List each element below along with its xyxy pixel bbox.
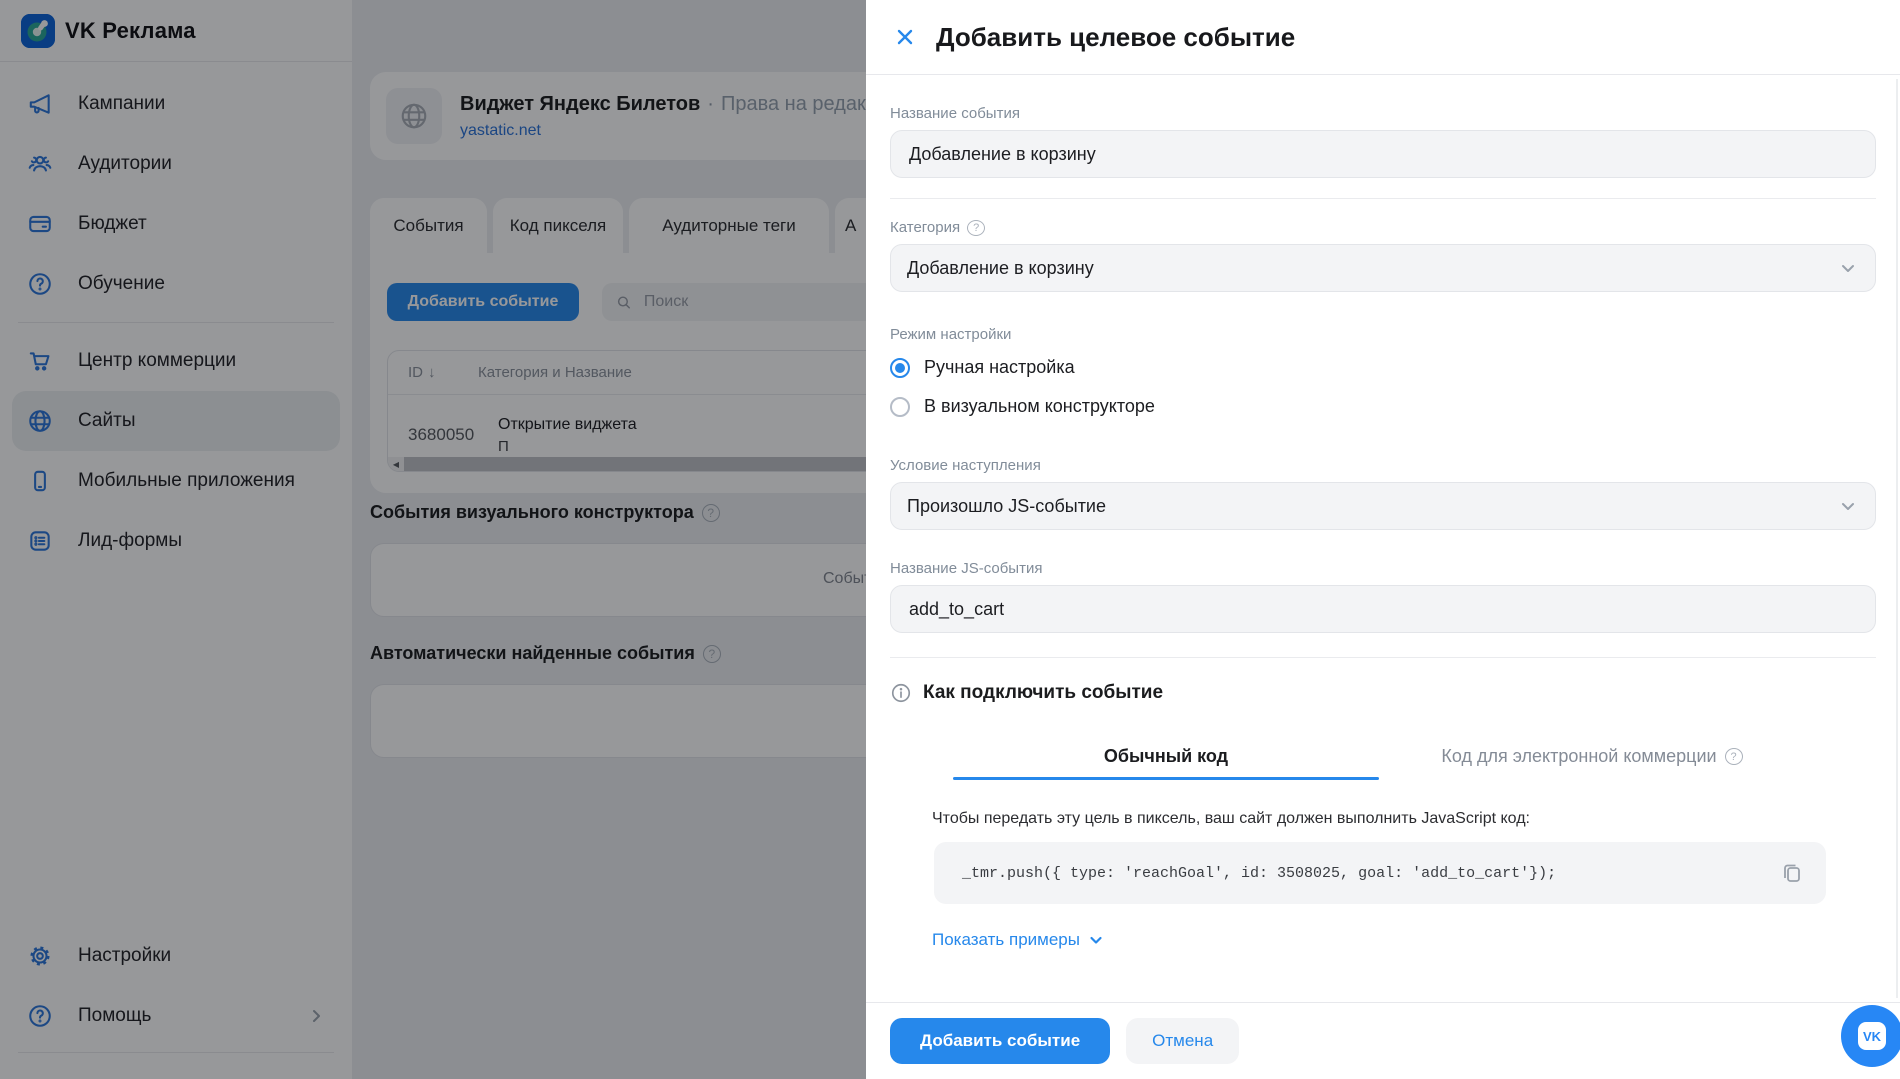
- chevron-down-icon: [1839, 259, 1857, 277]
- modal-body: Название события Категория ? Добавление …: [866, 75, 1900, 1002]
- radio-selected-icon[interactable]: [890, 358, 910, 378]
- vk-support-fab[interactable]: VK: [1841, 1005, 1900, 1067]
- condition-select[interactable]: Произошло JS-событие: [890, 482, 1876, 530]
- app-root: VK Реклама Кампании: [0, 0, 1900, 1079]
- tab-regular-code[interactable]: Обычный код: [953, 746, 1379, 780]
- category-label: Категория ?: [890, 219, 1876, 236]
- copy-icon[interactable]: [1780, 861, 1804, 885]
- chevron-down-icon: [1839, 497, 1857, 515]
- js-event-input[interactable]: [907, 598, 1859, 621]
- event-name-field-wrap: [890, 130, 1876, 178]
- divider: [890, 198, 1876, 199]
- vk-logo-icon: VK: [1858, 1022, 1886, 1050]
- chevron-down-icon: [1088, 932, 1104, 948]
- mode-label: Режим настройки: [890, 326, 1876, 343]
- modal-footer: Добавить событие Отмена: [866, 1002, 1900, 1079]
- radio-manual-setup[interactable]: Ручная настройка: [890, 357, 1876, 378]
- help-icon[interactable]: ?: [967, 220, 985, 236]
- event-name-input[interactable]: [907, 143, 1859, 166]
- divider: [890, 657, 1876, 658]
- radio-unselected-icon[interactable]: [890, 397, 910, 417]
- code-helper-text: Чтобы передать эту цель в пиксель, ваш с…: [932, 810, 1876, 828]
- condition-label: Условие наступления: [890, 457, 1876, 474]
- cancel-button[interactable]: Отмена: [1126, 1018, 1239, 1064]
- help-icon[interactable]: ?: [1725, 748, 1743, 765]
- code-block: _tmr.push({ type: 'reachGoal', id: 35080…: [934, 842, 1826, 904]
- info-icon: [890, 682, 912, 704]
- modal-scrollbar-track[interactable]: [1896, 79, 1898, 998]
- category-select[interactable]: Добавление в корзину: [890, 244, 1876, 292]
- radio-visual-constructor[interactable]: В визуальном конструкторе: [890, 396, 1876, 417]
- modal-header: Добавить целевое событие: [866, 0, 1900, 75]
- event-name-label: Название события: [890, 105, 1876, 122]
- show-examples-link[interactable]: Показать примеры: [932, 930, 1104, 950]
- submit-add-event-button[interactable]: Добавить событие: [890, 1018, 1110, 1064]
- examples-row: Показать примеры: [890, 930, 1876, 950]
- add-event-modal: Добавить целевое событие Название событи…: [866, 0, 1900, 1079]
- how-to-connect-header: Как подключить событие: [890, 682, 1876, 704]
- code-snippet: _tmr.push({ type: 'reachGoal', id: 35080…: [962, 865, 1556, 882]
- js-event-field-wrap: [890, 585, 1876, 633]
- js-event-label: Название JS-события: [890, 560, 1876, 577]
- code-tabs: Обычный код Код для электронной коммерци…: [953, 746, 1805, 780]
- modal-title: Добавить целевое событие: [936, 22, 1295, 53]
- close-icon[interactable]: [890, 22, 920, 52]
- tab-ecommerce-code[interactable]: Код для электронной коммерции ?: [1379, 746, 1805, 780]
